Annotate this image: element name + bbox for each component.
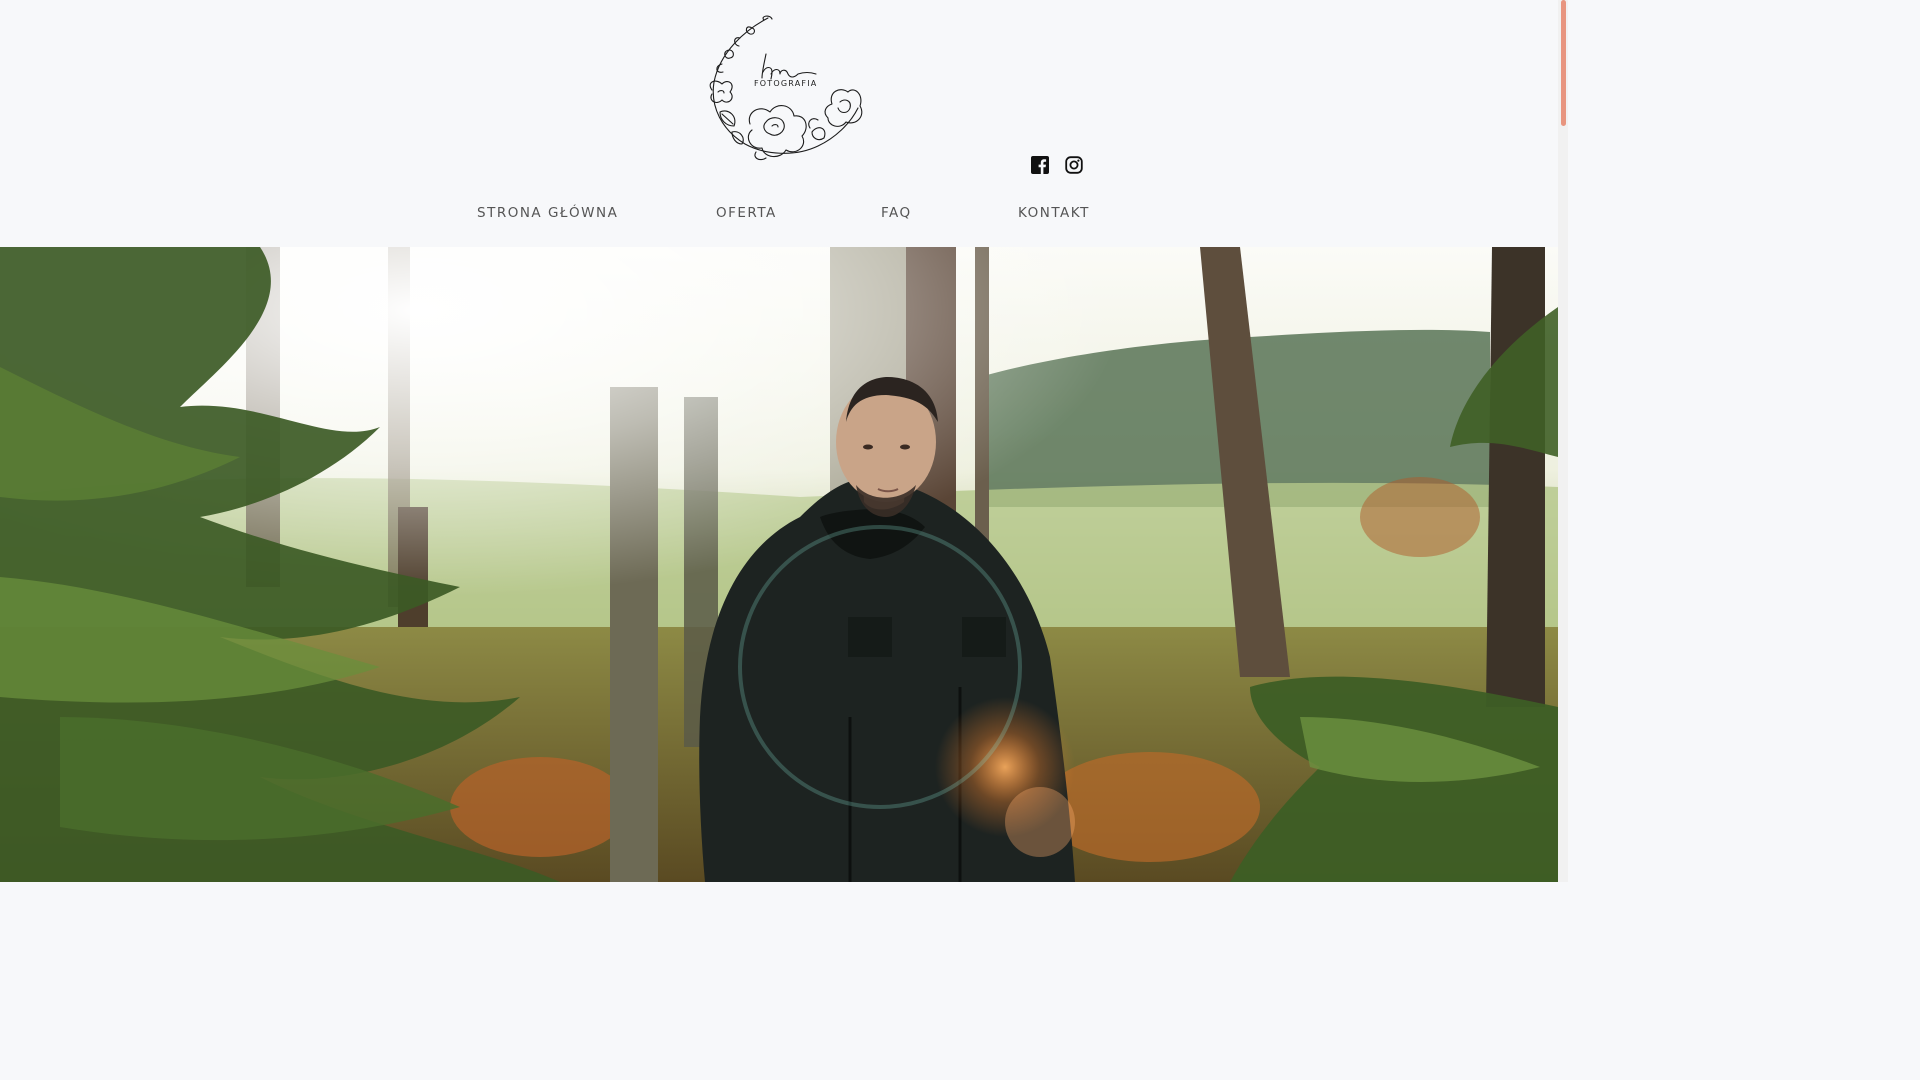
forest-portrait-photo	[0, 247, 1558, 882]
main-navigation: STRONA GŁÓWNA OFERTA FAQ KONTAKT	[0, 205, 1558, 225]
hero-image	[0, 247, 1558, 882]
site-header: FOTOGRAFIA STRONA GŁÓWNA OFERTA FAQ KONT…	[0, 0, 1558, 247]
instagram-icon[interactable]	[1065, 156, 1083, 174]
logo-text: FOTOGRAFIA	[754, 79, 818, 88]
scrollbar[interactable]	[1558, 0, 1568, 882]
social-links	[1031, 156, 1083, 174]
nav-item-faq[interactable]: FAQ	[881, 205, 912, 221]
site-logo[interactable]: FOTOGRAFIA	[700, 12, 870, 162]
nav-item-oferta[interactable]: OFERTA	[716, 205, 777, 221]
facebook-icon[interactable]	[1031, 156, 1049, 174]
nav-item-strona-glowna[interactable]: STRONA GŁÓWNA	[477, 205, 618, 221]
page: FOTOGRAFIA STRONA GŁÓWNA OFERTA FAQ KONT…	[0, 0, 1568, 882]
nav-item-kontakt[interactable]: KONTAKT	[1018, 205, 1090, 221]
scrollbar-thumb[interactable]	[1561, 0, 1566, 126]
